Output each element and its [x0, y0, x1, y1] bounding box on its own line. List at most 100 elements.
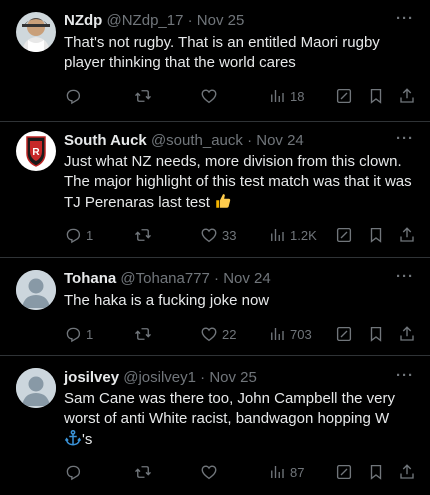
share-button[interactable]	[398, 462, 416, 482]
grok-button[interactable]	[335, 462, 353, 482]
bookmark-icon	[370, 227, 382, 243]
tweet[interactable]: Tohana @Tohana777 · Nov 24 ··· The haka …	[0, 258, 430, 356]
separator: ·	[200, 369, 206, 386]
bookmark-button[interactable]	[367, 86, 385, 106]
retweet-button[interactable]	[134, 86, 156, 106]
retweet-icon	[135, 229, 151, 241]
retweet-button[interactable]	[134, 462, 156, 482]
tweet-header: Tohana @Tohana777 · Nov 24	[64, 269, 390, 289]
tweet-header: josilvey @josilvey1 · Nov 25	[64, 368, 390, 388]
timestamp[interactable]: Nov 25	[209, 369, 257, 386]
grok-icon	[336, 464, 352, 480]
display-name[interactable]: Tohana	[64, 270, 116, 287]
like-count: 22	[222, 326, 237, 342]
share-button[interactable]	[398, 86, 416, 106]
reply-button[interactable]: 1	[64, 324, 93, 344]
more-options-icon[interactable]: ···	[394, 368, 416, 390]
handle[interactable]: @josilvey1	[123, 369, 196, 386]
grok-icon	[336, 227, 352, 243]
grok-button[interactable]	[335, 86, 353, 106]
bookmark-button[interactable]	[367, 462, 385, 482]
tweet[interactable]: R South Auck @south_auck · Nov 24 ··· Ju…	[0, 122, 430, 258]
reply-icon	[66, 89, 81, 105]
grok-icon	[336, 326, 352, 342]
separator: ·	[187, 12, 193, 29]
display-name[interactable]: NZdp	[64, 12, 102, 29]
heart-icon	[201, 228, 217, 243]
display-name[interactable]: South Auck	[64, 132, 147, 149]
bookmark-button[interactable]	[367, 225, 385, 245]
heart-icon	[201, 465, 217, 480]
action-bar: 87	[64, 462, 416, 482]
avatar[interactable]	[16, 12, 56, 52]
grok-icon	[336, 88, 352, 104]
like-button[interactable]: 22	[200, 324, 236, 344]
views-icon	[271, 328, 284, 340]
tweet[interactable]: NZdp @NZdp_17 · Nov 25 ··· That's not ru…	[0, 0, 430, 122]
bookmark-icon	[370, 464, 382, 480]
views-button[interactable]: 18	[268, 86, 304, 106]
share-button[interactable]	[398, 324, 416, 344]
views-button[interactable]: 87	[268, 462, 304, 482]
views-icon	[271, 90, 284, 102]
reply-button[interactable]	[64, 86, 86, 106]
handle[interactable]: @south_auck	[151, 132, 243, 149]
tweet-header: NZdp @NZdp_17 · Nov 25	[64, 11, 390, 31]
views-icon	[271, 229, 284, 241]
like-count: 33	[222, 227, 237, 243]
tweet-header: South Auck @south_auck · Nov 24	[64, 131, 390, 151]
display-name[interactable]: josilvey	[64, 369, 119, 386]
reply-icon	[66, 228, 81, 244]
timestamp[interactable]: Nov 24	[256, 132, 304, 149]
tweet[interactable]: josilvey @josilvey1 · Nov 25 ··· Sam Can…	[0, 356, 430, 495]
tweet-text: The haka is a fucking joke now	[64, 292, 270, 309]
views-count: 703	[290, 326, 312, 342]
share-button[interactable]	[398, 225, 416, 245]
share-icon	[400, 326, 414, 341]
retweet-icon	[135, 90, 151, 102]
bookmark-button[interactable]	[367, 324, 385, 344]
views-button[interactable]: 1.2K	[268, 225, 317, 245]
grok-button[interactable]	[335, 225, 353, 245]
views-count: 18	[290, 88, 305, 104]
tweet-text-line1: Sam Cane was there too, John Campbell th…	[64, 390, 396, 427]
heart-icon	[201, 327, 217, 342]
tweet-text-line2: 's	[82, 431, 93, 448]
more-options-icon[interactable]: ···	[394, 131, 416, 153]
share-icon	[400, 227, 414, 242]
more-options-icon[interactable]: ···	[394, 269, 416, 291]
views-count: 1.2K	[290, 227, 317, 243]
action-bar: 18	[64, 86, 416, 106]
like-button[interactable]: 33	[200, 225, 236, 245]
avatar[interactable]: R	[16, 131, 56, 171]
handle[interactable]: @NZdp_17	[107, 12, 184, 29]
thumbs-up-icon	[216, 194, 231, 208]
separator: ·	[247, 132, 253, 149]
tweet-feed: NZdp @NZdp_17 · Nov 25 ··· That's not ru…	[0, 0, 430, 495]
timestamp[interactable]: Nov 25	[197, 12, 245, 29]
tweet-text: That's not rugby. That is an entitled Ma…	[64, 34, 380, 71]
retweet-button[interactable]	[134, 225, 156, 245]
avatar[interactable]	[16, 368, 56, 408]
like-button[interactable]	[200, 462, 222, 482]
anchor-icon	[64, 429, 82, 446]
grok-button[interactable]	[335, 324, 353, 344]
reply-button[interactable]	[64, 462, 86, 482]
reply-button[interactable]: 1	[64, 225, 93, 245]
views-icon	[271, 466, 284, 478]
like-button[interactable]	[200, 86, 222, 106]
reply-count: 1	[86, 227, 94, 243]
separator: ·	[214, 270, 220, 287]
handle[interactable]: @Tohana777	[120, 270, 209, 287]
retweet-button[interactable]	[134, 324, 156, 344]
svg-text:R: R	[32, 147, 40, 158]
retweet-icon	[135, 328, 151, 340]
action-bar: 1 33 1.2K	[64, 225, 416, 245]
reply-icon	[66, 327, 81, 343]
views-count: 87	[290, 464, 305, 480]
more-options-icon[interactable]: ···	[394, 11, 416, 33]
avatar[interactable]	[16, 270, 56, 310]
views-button[interactable]: 703	[268, 324, 312, 344]
tweet-text: Just what NZ needs, more division from t…	[64, 152, 416, 213]
timestamp[interactable]: Nov 24	[223, 270, 271, 287]
